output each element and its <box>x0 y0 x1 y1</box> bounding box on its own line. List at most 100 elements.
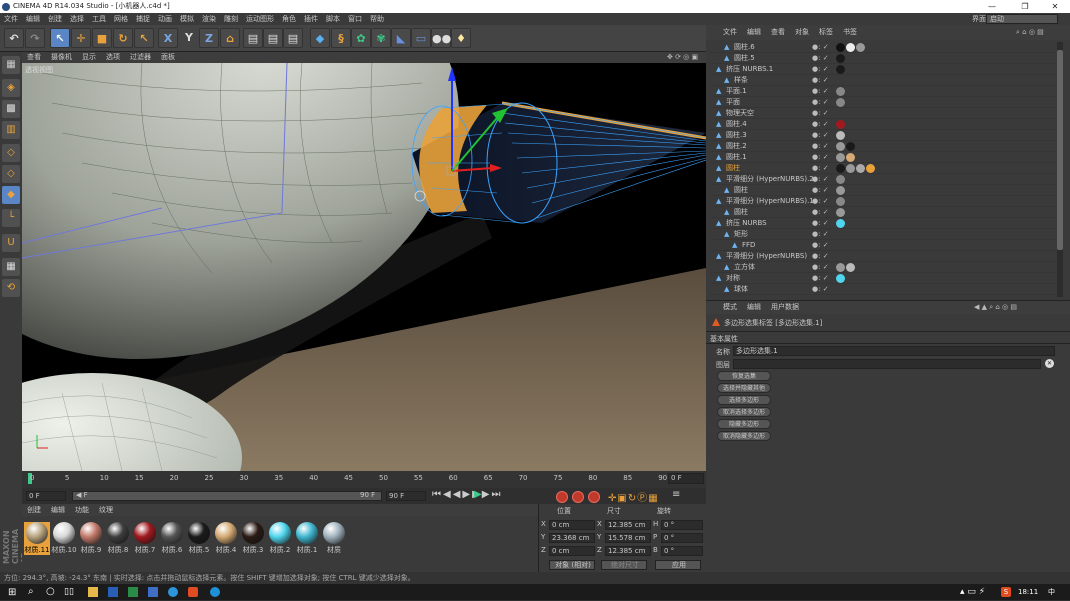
om-scrollbar[interactable] <box>1057 42 1063 297</box>
minimize-button[interactable]: — <box>977 0 1007 13</box>
material-tag-icon[interactable] <box>846 153 855 162</box>
coords-mode-dropdown[interactable]: 对象 (相对) <box>549 560 595 570</box>
selection-action-button[interactable]: 选择并隐藏其他 <box>717 383 771 393</box>
material-tag-icon[interactable] <box>836 131 845 140</box>
material-swatch[interactable]: 材质.11 <box>24 522 50 555</box>
material-swatch[interactable]: 材质.1 <box>294 522 320 555</box>
menu-sculpt[interactable]: 雕刻 <box>220 13 242 25</box>
object-name[interactable]: 圆柱 <box>726 163 740 174</box>
object-name[interactable]: FFD <box>742 240 755 251</box>
redo-icon[interactable]: ↷ <box>25 28 45 48</box>
menu-character[interactable]: 角色 <box>278 13 300 25</box>
quantize-icon[interactable]: ⟲ <box>2 279 20 297</box>
coords-position-field[interactable]: 23.368 cm <box>549 533 595 543</box>
points-mode-icon[interactable]: ◇ <box>2 144 20 162</box>
coordinate-system-icon[interactable]: ⌂ <box>220 28 240 48</box>
material-tag-icon[interactable] <box>856 43 865 52</box>
material-tag-icon[interactable] <box>836 153 845 162</box>
environment-icon[interactable]: ▭ <box>411 28 431 48</box>
material-swatch[interactable]: 材质.9 <box>78 522 104 555</box>
timeline-menu-icon[interactable]: ≡ <box>672 489 680 500</box>
material-swatch[interactable]: 材质.10 <box>51 522 77 555</box>
coords-rotation-field[interactable]: 0 ° <box>661 546 703 556</box>
menu-snap[interactable]: 捕捉 <box>132 13 154 25</box>
magnet-icon[interactable]: U <box>2 234 20 252</box>
render-view-icon[interactable]: ▤ <box>243 28 263 48</box>
visibility-toggle[interactable]: ●: ✓ <box>812 152 829 163</box>
object-row[interactable]: ▲ 平滑细分 (HyperNURBS).2 ●: ✓ <box>710 174 1056 185</box>
cube-icon[interactable]: ◆ <box>310 28 330 48</box>
material-swatch[interactable]: 材质.4 <box>213 522 239 555</box>
object-name[interactable]: 圆柱.6 <box>734 42 755 53</box>
material-tag-icon[interactable] <box>836 87 845 96</box>
coords-size-field[interactable]: 12.385 cm <box>605 520 651 530</box>
maximize-button[interactable]: ❐ <box>1010 0 1040 13</box>
object-name[interactable]: 圆柱.5 <box>734 53 755 64</box>
object-name[interactable]: 挤压 NURBS <box>726 218 767 229</box>
object-name[interactable]: 圆柱.4 <box>726 119 747 130</box>
object-row[interactable]: ▲ 圆柱 ●: ✓ <box>710 207 1056 218</box>
browser-icon[interactable] <box>168 587 178 597</box>
current-frame-field[interactable]: 0 F <box>26 491 66 501</box>
object-row[interactable]: ▲ 球体 ●: ✓ <box>710 284 1056 295</box>
axis-mode-icon[interactable]: └ <box>2 209 20 227</box>
om-menu-bookmarks[interactable]: 书签 <box>838 28 862 36</box>
material-swatch[interactable]: 材质 <box>321 522 347 555</box>
menu-edit[interactable]: 编辑 <box>22 13 44 25</box>
menu-create[interactable]: 创建 <box>44 13 66 25</box>
coords-apply-button[interactable]: 应用 <box>655 560 701 570</box>
polygons-mode-icon[interactable]: ◆ <box>2 186 20 204</box>
object-name[interactable]: 圆柱.3 <box>726 130 747 141</box>
cinema4d-icon[interactable] <box>148 587 158 597</box>
coords-rotation-field[interactable]: 0 ° <box>661 520 703 530</box>
tray-icons[interactable]: ▴ ▭ ⚡ <box>960 584 985 600</box>
end-frame-field[interactable]: 0 F <box>668 473 704 484</box>
coords-position-field[interactable]: 0 cm <box>549 520 595 530</box>
object-row[interactable]: ▲ 圆柱 ●: ✓ <box>710 185 1056 196</box>
max-frame-field[interactable]: 90 F <box>386 491 426 501</box>
object-row[interactable]: ▲ 挤压 NURBS.1 ●: ✓ <box>710 64 1056 75</box>
object-row[interactable]: ▲ 圆柱.4 ●: ✓ <box>710 119 1056 130</box>
object-row[interactable]: ▲ FFD ●: ✓ <box>710 240 1056 251</box>
viewport-menu-filter[interactable]: 过滤器 <box>125 52 156 63</box>
layer-clear-icon[interactable]: ✕ <box>1045 359 1054 368</box>
texture-mode-icon[interactable]: ▩ <box>2 100 20 118</box>
object-row[interactable]: ▲ 平面.1 ●: ✓ <box>710 86 1056 97</box>
material-tag-icon[interactable] <box>836 197 845 206</box>
object-name[interactable]: 对称 <box>726 273 740 284</box>
material-tag-icon[interactable] <box>836 175 845 184</box>
visibility-toggle[interactable]: ●: ✓ <box>812 64 829 75</box>
explorer-icon[interactable] <box>88 587 98 597</box>
timeline-ruler[interactable]: 0 5 10 15 20 25 30 35 40 45 50 55 60 65 70 75 80 85 90 0 F <box>22 471 706 488</box>
object-row[interactable]: ▲ 对称 ●: ✓ <box>710 273 1056 284</box>
menu-help[interactable]: 帮助 <box>366 13 388 25</box>
object-name[interactable]: 圆柱 <box>734 207 748 218</box>
viewport-menu-display[interactable]: 显示 <box>77 52 101 63</box>
coords-size-field[interactable]: 12.385 cm <box>605 546 651 556</box>
menu-file[interactable]: 文件 <box>0 13 22 25</box>
x-axis-lock[interactable]: X <box>158 28 178 48</box>
undo-icon[interactable]: ↶ <box>4 28 24 48</box>
visibility-toggle[interactable]: ●: ✓ <box>812 196 829 207</box>
visibility-toggle[interactable]: ●: ✓ <box>812 130 829 141</box>
material-tag-icon[interactable] <box>846 263 855 272</box>
material-menu-texture[interactable]: 纹理 <box>94 506 118 514</box>
visibility-toggle[interactable]: ●: ✓ <box>812 251 829 262</box>
key-track-icons[interactable]: ✛▣↻Ⓟ▦ <box>608 489 659 504</box>
move-icon[interactable]: ✛ <box>71 28 91 48</box>
frame-range-slider[interactable] <box>72 491 382 501</box>
live-select-icon[interactable]: ↖ <box>50 28 70 48</box>
object-row[interactable]: ▲ 圆柱.3 ●: ✓ <box>710 130 1056 141</box>
object-name[interactable]: 物理天空 <box>726 108 754 119</box>
object-row[interactable]: ▲ 圆柱.2 ●: ✓ <box>710 141 1056 152</box>
object-name[interactable]: 立方体 <box>734 262 755 273</box>
visibility-toggle[interactable]: ●: ✓ <box>812 86 829 97</box>
object-row[interactable]: ▲ 平滑细分 (HyperNURBS) ●: ✓ <box>710 251 1056 262</box>
coords-size-mode-dropdown[interactable]: 绝对尺寸 <box>601 560 647 570</box>
material-tag-icon[interactable] <box>836 120 845 129</box>
recent-tool-icon[interactable]: ↖ <box>134 28 154 48</box>
visibility-toggle[interactable]: ●: ✓ <box>812 174 829 185</box>
am-menu-edit[interactable]: 编辑 <box>742 303 766 311</box>
material-tag-icon[interactable] <box>836 164 845 173</box>
material-tag-icon[interactable] <box>856 164 865 173</box>
